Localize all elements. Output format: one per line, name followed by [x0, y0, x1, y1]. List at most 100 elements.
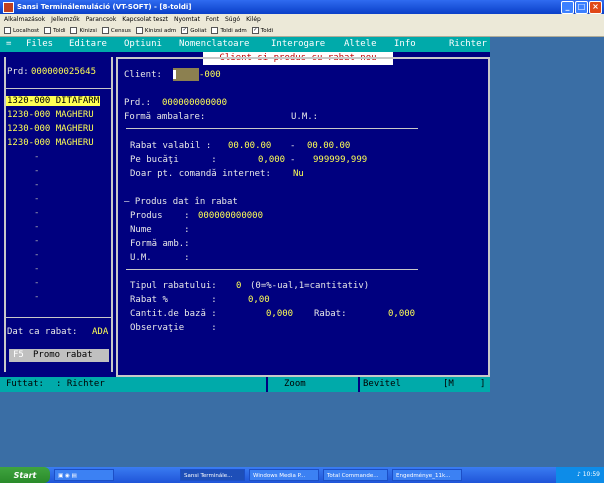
toolbar-item-localhost[interactable]: Localhost: [4, 27, 39, 34]
checkbox-icon[interactable]: [101, 27, 109, 34]
list-item-empty: -: [34, 278, 40, 288]
cantit-label: Cantit.de bază :: [130, 309, 217, 319]
toolbar-item-toldi[interactable]: Toldi: [44, 27, 65, 34]
left-prd-label: Prd:: [7, 67, 29, 77]
prd-value[interactable]: 000000000000: [162, 98, 227, 108]
list-item-empty: -: [34, 264, 40, 274]
terminal-menubar: = Files Editare Optiuni Nomenclatoare In…: [0, 37, 490, 52]
task-engedmenye[interactable]: Engedménye_11k...: [392, 469, 462, 481]
checkbox-icon[interactable]: [70, 27, 78, 34]
list-item-selected[interactable]: 1320-000 DITAFARM: [6, 96, 101, 106]
terminal-menu-interogare[interactable]: Interogare: [271, 39, 325, 49]
list-item-empty: -: [34, 180, 40, 190]
checkbox-icon[interactable]: [44, 27, 52, 34]
rabat-valabil-label: Rabat valabil :: [130, 141, 212, 151]
pe-bucati-from[interactable]: 0,000: [258, 155, 285, 165]
status-user-value: : Richter: [56, 379, 105, 389]
forma-ambalare-label: Formă ambalare:: [124, 112, 206, 122]
media-icon[interactable]: ◉: [65, 473, 70, 479]
divider: [266, 377, 268, 392]
task-sansi-terminal[interactable]: Sansi Terminále...: [180, 469, 245, 481]
terminal-menu-editare[interactable]: Editare: [69, 39, 107, 49]
checkbox-checked-icon[interactable]: ✓: [251, 27, 259, 34]
rabat-pct-value[interactable]: 0,00: [248, 295, 270, 305]
cantit-value[interactable]: 0,000: [266, 309, 293, 319]
list-item[interactable]: 1230-000 MAGHERU: [7, 138, 94, 148]
date-from-value[interactable]: 00.00.00: [228, 141, 271, 151]
terminal-menu-info[interactable]: Info: [394, 39, 416, 49]
task-total-commander[interactable]: Total Commande...: [323, 469, 388, 481]
menu-jellemzok[interactable]: Jellemzők: [51, 16, 80, 23]
toolbar-item-kinizsi[interactable]: Kinizsi: [70, 27, 97, 34]
status-zoom: Zoom: [284, 379, 306, 389]
divider: [6, 317, 113, 318]
minimize-icon[interactable]: _: [561, 1, 574, 14]
app-menubar: Alkalmazások Jellemzők Parancsok Kapcsol…: [0, 14, 604, 25]
list-item-empty: -: [34, 194, 40, 204]
toolbar-item-census[interactable]: Census: [101, 27, 131, 34]
tipul-rabatului-hint: (0=%-ual,1=cantitativ): [250, 281, 370, 291]
promo-rabat-button[interactable]: F5 Promo rabat: [9, 349, 109, 362]
window-titlebar: Sansi Terminálemuláció (VT-SOFT) - [8-to…: [0, 0, 604, 14]
explorer-icon[interactable]: ▣: [58, 473, 63, 479]
prd-label: Prd.:: [124, 98, 152, 108]
dat-ca-rabat-value[interactable]: ADA: [92, 327, 108, 337]
terminal-statusbar: Futtat: : Richter Zoom Bevitel [M ]: [0, 377, 490, 392]
date-to-value[interactable]: 00.00.00: [307, 141, 350, 151]
checkbox-icon[interactable]: [4, 27, 11, 34]
produs-value[interactable]: 000000000000: [198, 211, 263, 221]
rabat-value[interactable]: 0,000: [388, 309, 415, 319]
checkbox-checked-icon[interactable]: ✓: [181, 27, 189, 34]
promo-label: Promo rabat: [33, 350, 93, 360]
pe-bucati-label: Pe bucăţi :: [130, 155, 217, 165]
divider: [358, 377, 360, 392]
list-item[interactable]: 1230-000 MAGHERU: [7, 110, 94, 120]
um-label: U.M.:: [291, 112, 319, 122]
checkbox-icon[interactable]: [211, 27, 219, 34]
start-button[interactable]: Start: [0, 467, 50, 483]
checkbox-icon[interactable]: [135, 27, 143, 34]
client-input[interactable]: [173, 68, 199, 81]
window-title: Sansi Terminálemuláció (VT-SOFT) - [8-to…: [17, 3, 192, 11]
maximize-icon[interactable]: □: [575, 1, 588, 14]
status-mode-end: ]: [480, 379, 486, 389]
terminal-menu-altele[interactable]: Altele: [344, 39, 377, 49]
tipul-rabatului-label: Tipul rabatului:: [130, 281, 217, 291]
desktop-icon[interactable]: ▤: [72, 473, 77, 479]
task-windows-media[interactable]: Windows Media P...: [249, 469, 319, 481]
toolbar-item-kinizsi-adm[interactable]: Kinizsi adm: [135, 27, 176, 34]
list-item[interactable]: 1230-000 MAGHERU: [7, 124, 94, 134]
menu-alkalmazasok[interactable]: Alkalmazások: [4, 16, 45, 23]
menu-nyomtat[interactable]: Nyomtat: [174, 16, 200, 23]
connection-toolbar: Localhost Toldi Kinizsi Census Kinizsi a…: [0, 25, 604, 37]
menu-kilep[interactable]: Kilép: [246, 16, 261, 23]
terminal-menu-files[interactable]: Files: [26, 39, 53, 49]
menu-sugo[interactable]: Súgó: [225, 16, 240, 23]
rabat-form: Client: -000 Prd.: 000000000000 Formă am…: [116, 57, 490, 377]
close-icon[interactable]: ×: [589, 1, 602, 14]
nume-label: Nume :: [130, 225, 190, 235]
toolbar-item-toldi-adm[interactable]: Toldi adm: [211, 27, 247, 34]
status-user-label: Futtat:: [6, 379, 44, 389]
system-tray: ♪ 10:59: [556, 467, 604, 483]
terminal-menu-optiuni[interactable]: Optiuni: [124, 39, 162, 49]
toolbar-item-toldi-2[interactable]: ✓ Toldi: [251, 27, 273, 34]
internet-label: Doar pt. comandă internet:: [130, 169, 271, 179]
terminal-menu-nomenclatoare[interactable]: Nomenclatoare: [179, 39, 249, 49]
speaker-icon[interactable]: ♪: [577, 471, 581, 478]
menu-font[interactable]: Font: [206, 16, 219, 23]
list-item-empty: -: [34, 208, 40, 218]
tipul-rabatului-value[interactable]: 0: [236, 281, 241, 291]
menu-parancsok[interactable]: Parancsok: [86, 16, 117, 23]
menu-kapcsolat-teszt[interactable]: Kapcsolat teszt: [122, 16, 168, 23]
status-mode: Bevitel: [363, 379, 401, 389]
terminal-screen[interactable]: = Files Editare Optiuni Nomenclatoare In…: [0, 37, 490, 392]
list-item-empty: -: [34, 166, 40, 176]
internet-value[interactable]: Nu: [293, 169, 304, 179]
terminal-menu-marker: =: [6, 39, 12, 49]
toolbar-item-goliat[interactable]: ✓ Goliat: [181, 27, 206, 34]
list-item-empty: -: [34, 222, 40, 232]
divider: [6, 88, 113, 89]
forma-amb-label: Formă amb.:: [130, 239, 190, 249]
pe-bucati-to[interactable]: 999999,999: [313, 155, 367, 165]
